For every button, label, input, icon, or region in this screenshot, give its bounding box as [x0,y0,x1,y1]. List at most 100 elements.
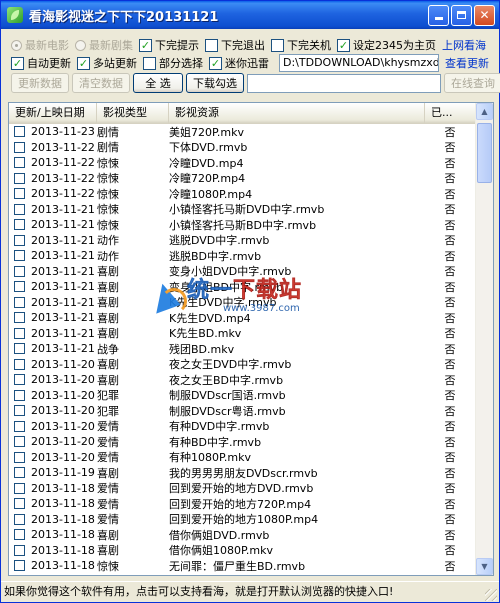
row-checkbox[interactable] [14,250,25,262]
list-row[interactable]: 2013-11-21 惊悚 小镇怪客托马斯BD中字.rmvb 否 [9,217,477,233]
row-checkbox[interactable] [14,498,25,510]
column-header-date[interactable]: 更新/上映日期 [9,103,97,123]
list-row[interactable]: 2013-11-18 爱情 回到爱开始的地方DVD.rmvb 否 [9,481,477,497]
list-row[interactable]: 2013-11-20 爱情 有种1080P.mkv 否 [9,450,477,466]
check-partial-select[interactable]: 部分选择 [143,55,203,71]
scroll-thumb[interactable] [477,123,492,183]
download-path-field[interactable]: D:\TDDOWNLOAD\khysmzxdy_ [279,54,439,72]
list-row[interactable]: 2013-11-21 动作 逃脱BD中字.rmvb 否 [9,248,477,264]
checkbox-unchecked[interactable] [205,38,218,52]
list-row[interactable]: 2013-11-21 动作 逃脱DVD中字.rmvb 否 [9,233,477,249]
list-row[interactable]: 2013-11-22 惊悚 冷瞳DVD.mp4 否 [9,155,477,171]
radio-latest-series[interactable]: 最新剧集 [75,37,133,53]
check-set-homepage[interactable]: ✓ 设定2345为主页 [337,37,436,53]
radio-latest-movie[interactable]: 最新电影 [11,37,69,53]
row-checkbox[interactable] [14,219,25,231]
minimize-button[interactable] [428,4,449,26]
row-checkbox[interactable] [14,203,25,215]
checkbox-checked[interactable]: ✓ [77,56,90,70]
row-checkbox[interactable] [14,467,25,479]
row-checkbox[interactable] [14,436,25,448]
row-checkbox[interactable] [14,188,25,200]
row-checkbox[interactable] [14,389,25,401]
list-row[interactable]: 2013-11-19 喜剧 我的男男男朋友DVDscr.rmvb 否 [9,465,477,481]
checkbox-unchecked[interactable] [271,38,284,52]
vertical-scrollbar[interactable]: ▲ ▼ [475,103,493,575]
checkbox-checked[interactable]: ✓ [139,38,152,52]
list-row[interactable]: 2013-11-20 爱情 有种DVD中字.rmvb 否 [9,419,477,435]
row-checkbox[interactable] [14,327,25,339]
checkbox-checked[interactable]: ✓ [337,38,350,52]
row-checkbox[interactable] [14,451,25,463]
list-row[interactable]: 2013-11-23 剧情 美姐720P.mkv 否 [9,124,477,140]
check-auto-update[interactable]: ✓ 自动更新 [11,55,71,71]
row-checkbox[interactable] [14,374,25,386]
clear-data-button[interactable]: 清空数据 [72,73,130,93]
status-bar[interactable]: 如果你觉得这个软件有用，点击可以支持看海，就是打开默认浏览器的快捷入口! [1,581,499,603]
homepage-link[interactable]: 上网看海 [442,37,486,53]
radio-button[interactable] [75,39,86,51]
resource-list[interactable]: 更新/上映日期 影视类型 影视资源 已... 2013-11-23 剧情 美姐720… [8,102,494,576]
list-row[interactable]: 2013-11-18 喜剧 借你俩姐DVD.rmvb 否 [9,527,477,543]
list-row[interactable]: 2013-11-21 惊悚 小镇怪客托马斯DVD中字.rmvb 否 [9,202,477,218]
list-row[interactable]: 2013-11-18 爱情 回到爱开始的地方720P.mp4 否 [9,496,477,512]
maximize-button[interactable] [451,4,472,26]
list-row[interactable]: 2013-11-21 喜剧 变身小姐DVD中字.rmvb 否 [9,264,477,280]
close-button[interactable]: ✕ [474,4,495,26]
resize-grip-icon[interactable] [485,589,497,601]
check-exit-after[interactable]: 下完退出 [205,37,265,53]
list-row[interactable]: 2013-11-20 喜剧 夜之女王BD中字.rmvb 否 [9,372,477,388]
list-row[interactable]: 2013-11-21 喜剧 K先生BD.mkv 否 [9,326,477,342]
checkbox-checked[interactable]: ✓ [209,56,222,70]
list-row[interactable]: 2013-11-20 爱情 有种BD中字.rmvb 否 [9,434,477,450]
list-row[interactable]: 2013-11-18 惊悚 无间罪：僵尸重生BD.rmvb 否 [9,558,477,574]
row-checkbox[interactable] [14,157,25,169]
row-checkbox[interactable] [14,234,25,246]
row-checkbox[interactable] [14,312,25,324]
row-checkbox[interactable] [14,544,25,556]
check-mini-thunder[interactable]: ✓ 迷你迅雷 [209,55,269,71]
select-all-button[interactable]: 全 选 [133,73,183,93]
radio-button[interactable] [11,39,22,51]
update-data-button[interactable]: 更新数据 [11,73,69,93]
row-checkbox[interactable] [14,358,25,370]
row-checkbox[interactable] [14,420,25,432]
row-checkbox[interactable] [14,141,25,153]
checkbox-checked[interactable]: ✓ [11,56,24,70]
list-row[interactable]: 2013-11-18 爱情 回到爱开始的地方1080P.mp4 否 [9,512,477,528]
row-checkbox[interactable] [14,560,25,572]
list-row[interactable]: 2013-11-22 惊悚 冷瞳720P.mp4 否 [9,171,477,187]
download-checked-button[interactable]: 下载勾选 [186,73,244,93]
check-download-notify[interactable]: ✓ 下完提示 [139,37,199,53]
row-checkbox[interactable] [14,405,25,417]
column-header-genre[interactable]: 影视类型 [97,103,169,123]
list-row[interactable]: 2013-11-20 犯罪 制服DVDscr国语.rmvb 否 [9,388,477,404]
column-header-downloaded[interactable]: 已... [425,103,477,123]
row-checkbox[interactable] [14,513,25,525]
list-row[interactable]: 2013-11-22 剧情 下体DVD.rmvb 否 [9,140,477,156]
row-checkbox[interactable] [14,172,25,184]
list-row[interactable]: 2013-11-21 战争 残团BD.mkv 否 [9,341,477,357]
status-text[interactable]: 如果你觉得这个软件有用，点击可以支持看海，就是打开默认浏览器的快捷入口! [4,585,393,598]
check-shutdown-after[interactable]: 下完关机 [271,37,331,53]
scroll-up-button[interactable]: ▲ [476,103,493,120]
row-checkbox[interactable] [14,482,25,494]
checkbox-unchecked[interactable] [143,56,156,70]
list-row[interactable]: 2013-11-20 犯罪 制服DVDscr粤语.rmvb 否 [9,403,477,419]
row-checkbox[interactable] [14,126,25,138]
title-bar[interactable]: 看海影视迷之下下下20131121 ✕ [1,1,499,29]
row-checkbox[interactable] [14,281,25,293]
online-query-button[interactable]: 在线查询 [444,73,500,93]
row-checkbox[interactable] [14,296,25,308]
list-row[interactable]: 2013-11-18 喜剧 借你俩姐1080P.mkv 否 [9,543,477,559]
check-multi-site[interactable]: ✓ 多站更新 [77,55,137,71]
row-checkbox[interactable] [14,265,25,277]
search-input[interactable] [247,73,441,93]
column-header-resource[interactable]: 影视资源 [169,103,425,123]
check-update-link[interactable]: 查看更新 [445,55,489,71]
row-checkbox[interactable] [14,343,25,355]
row-checkbox[interactable] [14,529,25,541]
list-row[interactable]: 2013-11-20 喜剧 夜之女王DVD中字.rmvb 否 [9,357,477,373]
scroll-down-button[interactable]: ▼ [476,558,493,575]
list-row[interactable]: 2013-11-22 惊悚 冷瞳1080P.mp4 否 [9,186,477,202]
